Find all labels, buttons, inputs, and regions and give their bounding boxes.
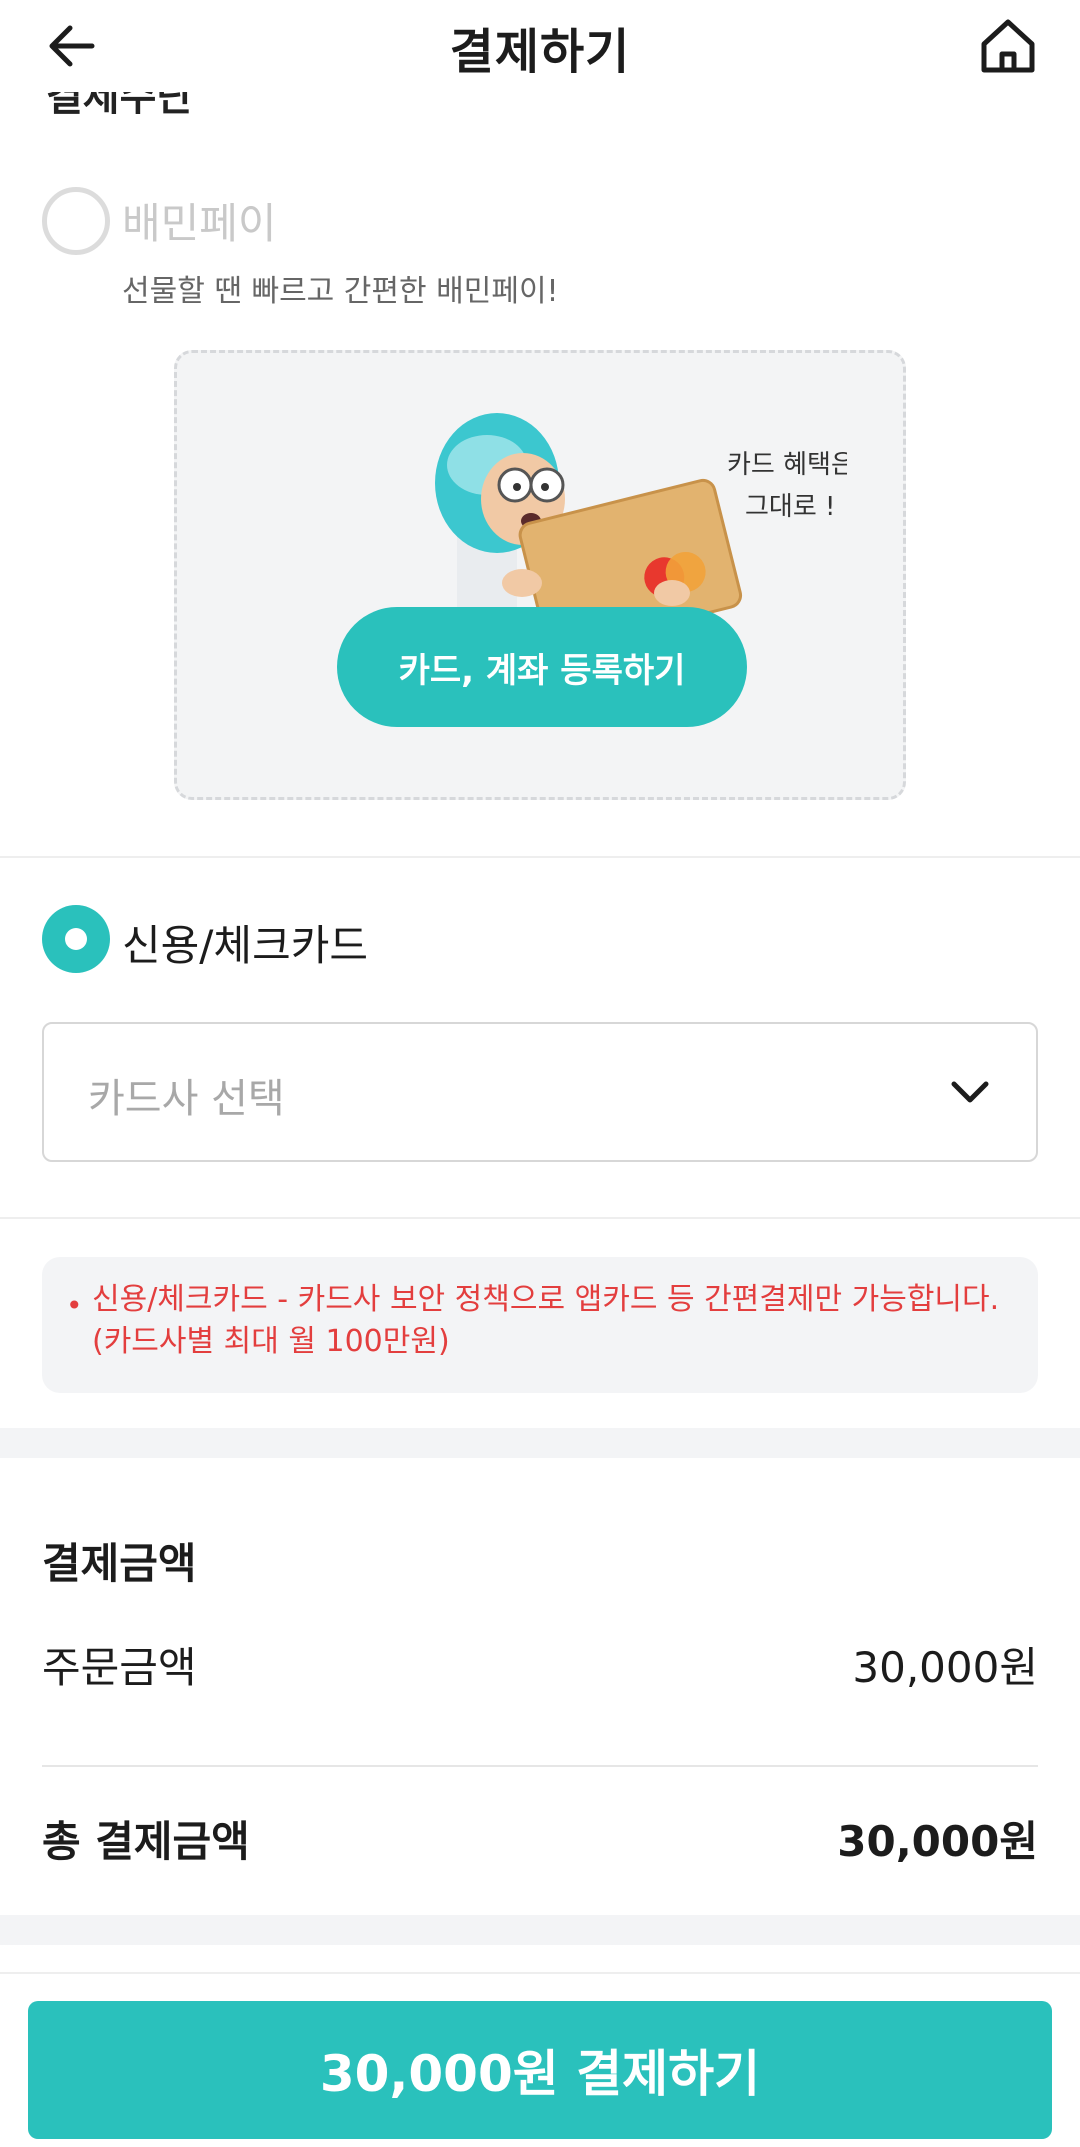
section-separator [0,1915,1080,1945]
divider [0,1972,1080,1974]
baemin-pay-label[interactable]: 배민페이 [122,190,277,251]
notice-text: 신용/체크카드 - 카드사 보안 정책으로 앱카드 등 간편결제만 가능합니다.… [92,1282,1000,1359]
register-card-account-button[interactable]: 카드, 계좌 등록하기 [337,607,747,727]
order-amount-label: 주문금액 [42,1643,197,1692]
amount-divider [42,1765,1038,1767]
page-title: 결제하기 [449,24,631,80]
pay-button[interactable]: 30,000원 결제하기 [28,2001,1052,2139]
baemin-pay-radio[interactable] [42,187,110,255]
promo-caption-line1: 카드 혜택은 [727,450,847,480]
payment-page: 결제수단 결제하기 배민페이 선물할 땐 빠르고 간편한 배민페이! 카드 혜택… [0,0,1080,2147]
divider [0,856,1080,858]
chevron-down-icon [951,1081,989,1103]
total-amount-label: 총 결제금액 [42,1817,250,1866]
character-with-card-illustration: 카드 혜택은 그대로 ! [435,413,847,633]
promo-caption-line2: 그대로 ! [745,492,835,522]
section-heading-cut: 결제수단 [46,90,194,114]
home-icon[interactable] [976,14,1040,78]
baemin-pay-promo-box: 카드 혜택은 그대로 ! 카드, 계좌 등록하기 [174,350,906,800]
credit-card-label[interactable]: 신용/체크카드 [122,912,368,973]
total-amount-value: 30,000원 [837,1817,1038,1866]
section-separator [0,1428,1080,1458]
baemin-pay-description: 선물할 땐 빠르고 간편한 배민페이! [122,274,559,309]
card-company-select-placeholder: 카드사 선택 [88,1076,285,1122]
card-company-select[interactable]: 카드사 선택 [42,1022,1038,1162]
app-header: 결제하기 [0,0,1080,92]
order-amount-value: 30,000원 [852,1643,1038,1692]
credit-card-radio[interactable] [42,905,110,973]
divider [0,1217,1080,1219]
amount-section-title: 결제금액 [42,1539,197,1588]
credit-card-notice: • 신용/체크카드 - 카드사 보안 정책으로 앱카드 등 간편결제만 가능합니… [42,1257,1038,1393]
notice-bullet: • [66,1289,83,1322]
